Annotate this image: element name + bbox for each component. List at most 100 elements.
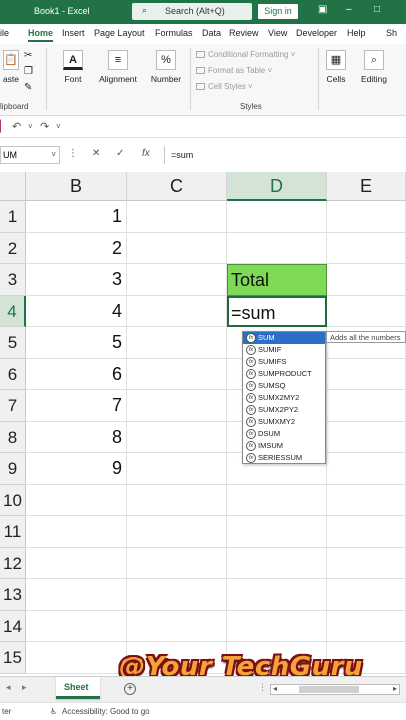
row-header-1[interactable]: 1 — [0, 201, 26, 233]
autocomplete-item-sum[interactable]: fx SUM — [243, 332, 325, 344]
cell-e13[interactable] — [327, 579, 406, 611]
tab-file[interactable]: ile — [0, 28, 9, 38]
autocomplete-item-seriessum[interactable]: fx SERIESSUM — [243, 452, 325, 464]
cell-b14[interactable] — [26, 610, 127, 642]
alignment-button[interactable]: ≡ Alignment — [94, 50, 142, 84]
sign-in-button[interactable]: Sign in — [258, 4, 298, 19]
tab-formulas[interactable]: Formulas — [155, 28, 193, 38]
cell-e6[interactable] — [327, 358, 406, 390]
cell-b1[interactable]: 1 — [26, 201, 127, 233]
font-button[interactable]: A Font — [58, 50, 88, 84]
tab-data[interactable]: Data — [202, 28, 221, 38]
tab-split-icon[interactable]: ⋮ — [258, 682, 267, 693]
cancel-icon[interactable]: ✕ — [92, 148, 100, 159]
sheet-tab-sheet1[interactable]: Sheet — [56, 677, 100, 699]
cell-e2[interactable] — [327, 232, 406, 264]
cell-b8[interactable]: 8 — [26, 421, 127, 453]
tab-view[interactable]: View — [268, 28, 287, 38]
cell-b3[interactable]: 3 — [26, 264, 127, 296]
autocomplete-item-sumx2py2[interactable]: fx SUMX2PY2 — [243, 404, 325, 416]
cell-b10[interactable] — [26, 484, 127, 516]
name-box[interactable]: UM ˅ — [0, 146, 60, 164]
cell-d14[interactable] — [227, 610, 327, 642]
autocomplete-item-dsum[interactable]: fx DSUM — [243, 428, 325, 440]
row-header-3[interactable]: 3 — [0, 264, 26, 296]
autocomplete-item-sumsq[interactable]: fx SUMSQ — [243, 380, 325, 392]
insert-function-icon[interactable]: fx — [142, 148, 150, 159]
format-as-table-button[interactable]: Format as Table ˅ — [196, 66, 272, 75]
cell-c8[interactable] — [127, 421, 227, 453]
cell-c1[interactable] — [127, 201, 227, 233]
conditional-formatting-button[interactable]: Conditional Formatting ˅ — [196, 50, 295, 59]
format-painter-icon[interactable]: ✎ — [24, 82, 32, 93]
more-icon[interactable]: ⋮ — [68, 148, 78, 159]
row-header-11[interactable]: 11 — [0, 516, 26, 548]
autocomplete-item-sumx2my2[interactable]: fx SUMX2MY2 — [243, 392, 325, 404]
row-header-5[interactable]: 5 — [0, 327, 26, 359]
row-header-15[interactable]: 15 — [0, 642, 26, 674]
cell-d13[interactable] — [227, 579, 327, 611]
cell-d4[interactable]: =sum — [227, 295, 327, 327]
tab-insert[interactable]: Insert — [62, 28, 85, 38]
number-button[interactable]: % Number — [146, 50, 186, 84]
cell-b6[interactable]: 6 — [26, 358, 127, 390]
paste-button[interactable]: 📋 aste — [0, 50, 22, 84]
cell-d11[interactable] — [227, 516, 327, 548]
cell-e9[interactable] — [327, 453, 406, 485]
cell-b12[interactable] — [26, 547, 127, 579]
column-header-c[interactable]: C — [127, 172, 227, 201]
column-header-d[interactable]: D — [227, 172, 327, 201]
row-header-8[interactable]: 8 — [0, 421, 26, 453]
add-sheet-icon[interactable]: + — [124, 683, 136, 695]
accessibility-icon[interactable]: ♿ — [50, 707, 57, 716]
cell-c14[interactable] — [127, 610, 227, 642]
row-header-2[interactable]: 2 — [0, 232, 26, 264]
cut-icon[interactable]: ✂ — [24, 50, 32, 61]
autocomplete-item-sumproduct[interactable]: fx SUMPRODUCT — [243, 368, 325, 380]
name-box-dropdown-icon[interactable]: ˅ — [51, 147, 56, 163]
cell-d12[interactable] — [227, 547, 327, 579]
tab-home[interactable]: Home — [28, 28, 54, 42]
tab-developer[interactable]: Developer — [296, 28, 337, 38]
worksheet-grid[interactable]: B C D E 1 1 2 2 3 3 Total 4 4 =sum 5 5 6 6 7 7 8 8 9 9 10 11 12 13 1… — [0, 172, 406, 676]
autocomplete-item-sumif[interactable]: fx SUMIF — [243, 344, 325, 356]
cell-b13[interactable] — [26, 579, 127, 611]
row-header-9[interactable]: 9 — [0, 453, 26, 485]
cell-e8[interactable] — [327, 421, 406, 453]
row-header-4[interactable]: 4 — [0, 295, 26, 327]
cell-d3[interactable]: Total — [227, 264, 327, 296]
cell-c9[interactable] — [127, 453, 227, 485]
cell-e14[interactable] — [327, 610, 406, 642]
cell-c12[interactable] — [127, 547, 227, 579]
cell-d2[interactable] — [227, 232, 327, 264]
autocomplete-item-sumifs[interactable]: fx SUMIFS — [243, 356, 325, 368]
autocomplete-item-imsum[interactable]: fx IMSUM — [243, 440, 325, 452]
accessibility-status[interactable]: Accessibility: Good to go — [62, 707, 150, 716]
cell-c2[interactable] — [127, 232, 227, 264]
cell-e7[interactable] — [327, 390, 406, 422]
editing-button[interactable]: ⌕ Editing — [358, 50, 390, 84]
cell-c6[interactable] — [127, 358, 227, 390]
cell-b7[interactable]: 7 — [26, 390, 127, 422]
tab-review[interactable]: Review — [229, 28, 259, 38]
formula-autocomplete[interactable]: fx SUM fx SUMIF fx SUMIFS fx SUMPRODUCT fx SUMSQ f… — [242, 331, 326, 464]
column-header-e[interactable]: E — [327, 172, 406, 201]
column-header-b[interactable]: B — [26, 172, 127, 201]
cell-d1[interactable] — [227, 201, 327, 233]
autocomplete-item-sumxmy2[interactable]: fx SUMXMY2 — [243, 416, 325, 428]
cell-b11[interactable] — [26, 516, 127, 548]
cell-d10[interactable] — [227, 484, 327, 516]
cell-b5[interactable]: 5 — [26, 327, 127, 359]
row-header-7[interactable]: 7 — [0, 390, 26, 422]
row-header-13[interactable]: 13 — [0, 579, 26, 611]
enter-icon[interactable]: ✓ — [116, 148, 124, 159]
prev-sheet-icon[interactable]: ◂ — [6, 682, 11, 693]
cell-c4[interactable] — [127, 295, 227, 327]
customize-qat-icon[interactable]: ˅ — [56, 122, 61, 131]
cell-b4[interactable]: 4 — [26, 295, 127, 327]
copy-icon[interactable]: ❐ — [24, 66, 33, 77]
ribbon-display-icon[interactable]: ▣ — [318, 4, 327, 15]
cell-styles-button[interactable]: Cell Styles ˅ — [196, 82, 253, 91]
select-all-corner[interactable] — [0, 172, 26, 201]
row-header-14[interactable]: 14 — [0, 610, 26, 642]
